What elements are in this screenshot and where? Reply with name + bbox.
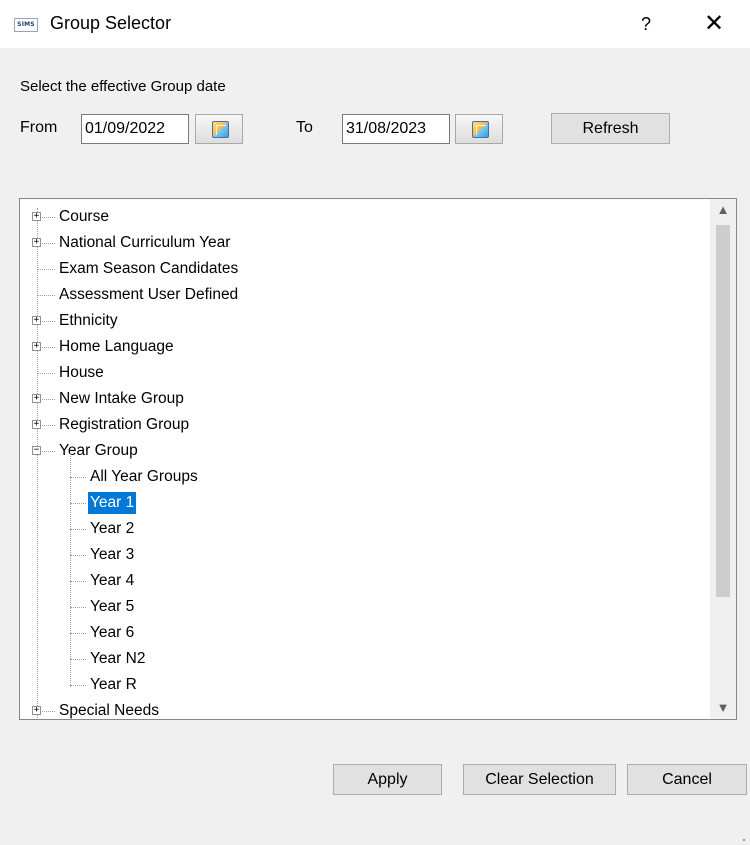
clear-selection-button[interactable]: Clear Selection — [463, 764, 616, 795]
expand-icon[interactable]: + — [32, 316, 41, 325]
from-date-input[interactable] — [81, 114, 189, 144]
tree-connector-line — [37, 269, 55, 270]
tree-node[interactable]: + National Curriculum Year — [20, 230, 710, 256]
status-bar — [0, 814, 750, 845]
tree-node-label: Special Needs — [59, 702, 159, 719]
to-calendar-button[interactable] — [455, 114, 503, 144]
dialog-body: Select the effective Group date From To … — [0, 48, 750, 845]
tree-child-label: All Year Groups — [90, 468, 198, 485]
sims-app-icon: SIMS — [14, 18, 38, 32]
tree-node[interactable]: − Year Group — [20, 438, 710, 464]
tree-rows: + Course + National Curriculum Year Exam Sea… — [20, 199, 710, 719]
tree-connector-line — [70, 477, 86, 478]
tree-node[interactable]: + Registration Group — [20, 412, 710, 438]
tree-scrollbar[interactable]: ▲ ▼ — [710, 199, 736, 719]
tree-node[interactable]: + Special Needs — [20, 698, 710, 719]
tree-node[interactable]: Exam Season Candidates — [20, 256, 710, 282]
calendar-icon — [472, 121, 489, 138]
window-title: Group Selector — [50, 13, 172, 33]
tree-child-label: Year 1 — [88, 492, 137, 514]
tree-child-node[interactable]: Year R — [20, 672, 710, 698]
expand-icon[interactable]: + — [32, 342, 41, 351]
scroll-up-icon[interactable]: ▲ — [710, 199, 736, 221]
expand-icon[interactable]: + — [32, 706, 41, 715]
expand-icon[interactable]: + — [32, 212, 41, 221]
tree-node[interactable]: + Ethnicity — [20, 308, 710, 334]
tree-connector-line — [70, 555, 86, 556]
tree-connector-line — [70, 607, 86, 608]
tree-child-node[interactable]: Year 4 — [20, 568, 710, 594]
tree-child-node[interactable]: Year 5 — [20, 594, 710, 620]
expand-icon[interactable]: + — [32, 238, 41, 247]
tree-child-label: Year 6 — [90, 624, 135, 641]
tree-connector-line — [70, 503, 86, 504]
tree-node[interactable]: + Course — [20, 204, 710, 230]
tree-connector-line — [70, 685, 86, 686]
to-date-input[interactable] — [342, 114, 450, 144]
tree-child-node[interactable]: Year 3 — [20, 542, 710, 568]
tree-node[interactable]: + New Intake Group — [20, 386, 710, 412]
tree-node-label: House — [59, 364, 104, 381]
tree-connector-line — [37, 373, 55, 374]
tree-node-label: New Intake Group — [59, 390, 184, 407]
scroll-thumb[interactable] — [716, 225, 730, 597]
expand-icon[interactable]: + — [32, 394, 41, 403]
tree-node[interactable]: + Home Language — [20, 334, 710, 360]
tree-child-label: Year 4 — [90, 572, 135, 589]
tree-node-label: Registration Group — [59, 416, 190, 433]
to-label: To — [296, 119, 313, 136]
tree-connector-line — [70, 633, 86, 634]
effective-date-caption: Select the effective Group date — [20, 78, 226, 95]
tree-child-node[interactable]: All Year Groups — [20, 464, 710, 490]
from-calendar-button[interactable] — [195, 114, 243, 144]
calendar-icon — [212, 121, 229, 138]
tree-child-label: Year R — [90, 676, 137, 693]
tree-child-label: Year 2 — [90, 520, 135, 537]
tree-child-node[interactable]: Year 6 — [20, 620, 710, 646]
tree-node-label: Home Language — [59, 338, 174, 355]
title-bar: SIMS Group Selector ? ✕ — [0, 0, 750, 48]
tree-node-label: Assessment User Defined — [59, 286, 239, 303]
tree-child-node[interactable]: Year 2 — [20, 516, 710, 542]
tree-node-label: National Curriculum Year — [59, 234, 231, 251]
tree-node[interactable]: Assessment User Defined — [20, 282, 710, 308]
tree-connector-line — [70, 453, 71, 687]
resize-grip-icon[interactable] — [734, 830, 746, 842]
scroll-down-icon[interactable]: ▼ — [710, 697, 736, 719]
tree-connector-line — [70, 529, 86, 530]
tree-child-label: Year 3 — [90, 546, 135, 563]
tree-connector-line — [70, 581, 86, 582]
tree-node-label: Course — [59, 208, 109, 225]
tree-child-label: Year N2 — [90, 650, 146, 667]
collapse-icon[interactable]: − — [32, 446, 41, 455]
tree-connector-line — [70, 659, 86, 660]
from-label: From — [20, 119, 58, 136]
expand-icon[interactable]: + — [32, 420, 41, 429]
tree-child-node[interactable]: Year N2 — [20, 646, 710, 672]
cancel-button[interactable]: Cancel — [627, 764, 747, 795]
tree-node-label: Ethnicity — [59, 312, 118, 329]
refresh-button[interactable]: Refresh — [551, 113, 670, 144]
tree-child-label: Year 5 — [90, 598, 135, 615]
tree-node-label: Exam Season Candidates — [59, 260, 239, 277]
tree-node[interactable]: House — [20, 360, 710, 386]
apply-button[interactable]: Apply — [333, 764, 442, 795]
tree-connector-line — [37, 295, 55, 296]
tree-child-node[interactable]: Year 1 — [20, 490, 710, 516]
help-button[interactable]: ? — [634, 11, 658, 37]
close-button[interactable]: ✕ — [700, 9, 728, 39]
group-tree-view[interactable]: + Course + National Curriculum Year Exam Sea… — [19, 198, 737, 720]
